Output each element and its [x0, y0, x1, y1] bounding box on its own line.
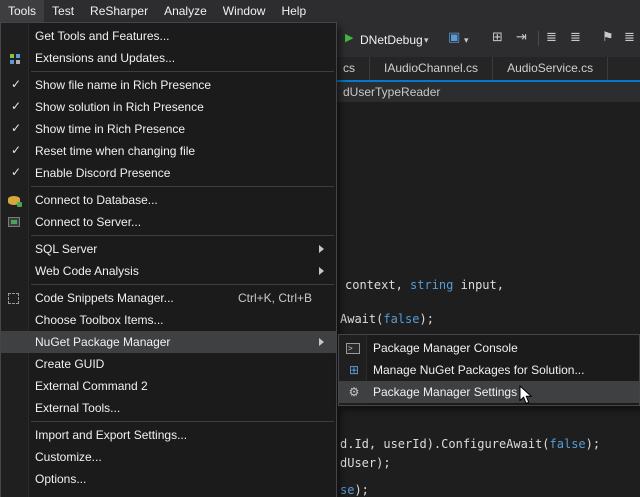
- nuget-package-icon: ⊞: [346, 363, 362, 377]
- menu-item-label: Manage NuGet Packages for Solution...: [373, 363, 584, 377]
- menu-separator: [31, 421, 334, 422]
- menu-item-label: External Tools...: [35, 401, 120, 415]
- menu-item-label: Reset time when changing file: [35, 144, 195, 158]
- menu-item-label: Code Snippets Manager...: [35, 291, 174, 305]
- menu-item-label: Show file name in Rich Presence: [35, 78, 211, 92]
- menubar-analyze[interactable]: Analyze: [156, 0, 215, 22]
- menu-item-label: Import and Export Settings...: [35, 428, 187, 442]
- menu-separator: [31, 235, 334, 236]
- menu-item-web-code-analysis[interactable]: Web Code Analysis: [1, 260, 336, 282]
- menubar-resharper[interactable]: ReSharper: [82, 0, 156, 22]
- menu-item-label: Show solution in Rich Presence: [35, 100, 204, 114]
- new-window-icon[interactable]: ⊞: [492, 31, 503, 45]
- navigate-tab-icon[interactable]: ⇥: [516, 31, 527, 45]
- checkmark-icon: ✓: [8, 99, 24, 113]
- breadcrumb[interactable]: dUserTypeReader: [343, 85, 440, 99]
- list-outline-icon[interactable]: ≣: [570, 31, 581, 45]
- start-debug-icon[interactable]: ▶: [345, 31, 353, 45]
- extensions-icon: [10, 54, 14, 58]
- profiler-caret-icon[interactable]: ▾: [464, 34, 469, 48]
- menu-item-show-file-name[interactable]: ✓ Show file name in Rich Presence: [1, 74, 336, 96]
- run-config-caret-icon[interactable]: ▾: [424, 34, 429, 48]
- tab-partial[interactable]: cs: [337, 57, 370, 80]
- gear-icon: ⚙: [346, 385, 362, 399]
- menu-item-extensions-and-updates[interactable]: Extensions and Updates...: [1, 47, 336, 69]
- menu-item-label: Connect to Database...: [35, 193, 158, 207]
- menu-item-label: Choose Toolbox Items...: [35, 313, 164, 327]
- app-window: ▶ DNetDebug ▾ ▣ ▾ ⊞ ⇥ ≣ ≣ ⚑ ≣ cs IAudioC…: [0, 0, 640, 497]
- menu-item-import-export-settings[interactable]: Import and Export Settings...: [1, 424, 336, 446]
- checkmark-icon: ✓: [8, 143, 24, 157]
- menu-item-label: External Command 2: [35, 379, 148, 393]
- mouse-cursor: [519, 385, 533, 405]
- menu-item-label: Options...: [35, 472, 86, 486]
- submenu-arrow-icon: [319, 338, 324, 346]
- menu-separator: [31, 71, 334, 72]
- task-list-icon[interactable]: ≣: [624, 31, 635, 45]
- profiler-icon[interactable]: ▣: [448, 31, 460, 45]
- menu-item-external-tools[interactable]: External Tools...: [1, 397, 336, 419]
- submenu-item-manage-nuget-packages-solution[interactable]: ⊞ Manage NuGet Packages for Solution...: [339, 359, 639, 381]
- menubar-window[interactable]: Window: [215, 0, 274, 22]
- code-line: Await(false);: [340, 312, 434, 326]
- menu-item-enable-discord-presence[interactable]: ✓ Enable Discord Presence: [1, 162, 336, 184]
- server-icon: [8, 217, 20, 227]
- code-line: context, string input,: [345, 278, 504, 292]
- menu-item-label: Package Manager Console: [373, 341, 518, 355]
- menu-separator: [31, 186, 334, 187]
- menu-item-external-command-2[interactable]: External Command 2: [1, 375, 336, 397]
- submenu-item-package-manager-settings[interactable]: ⚙ Package Manager Settings: [339, 381, 639, 403]
- menu-item-label: Connect to Server...: [35, 215, 141, 229]
- menu-item-label: Customize...: [35, 450, 102, 464]
- menu-item-show-time[interactable]: ✓ Show time in Rich Presence: [1, 118, 336, 140]
- tab-iaudiochannel[interactable]: IAudioChannel.cs: [370, 57, 493, 80]
- tab-audioservice[interactable]: AudioService.cs: [493, 57, 608, 80]
- menu-item-label: Show time in Rich Presence: [35, 122, 185, 136]
- menu-item-shortcut: Ctrl+K, Ctrl+B: [238, 291, 312, 305]
- menu-item-label: Web Code Analysis: [35, 264, 139, 278]
- menu-item-label: Get Tools and Features...: [35, 29, 170, 43]
- menu-item-nuget-package-manager[interactable]: NuGet Package Manager: [1, 331, 336, 353]
- menu-item-label: Package Manager Settings: [373, 385, 517, 399]
- menu-item-reset-time[interactable]: ✓ Reset time when changing file: [1, 140, 336, 162]
- menu-item-code-snippets-manager[interactable]: Code Snippets Manager... Ctrl+K, Ctrl+B: [1, 287, 336, 309]
- menubar-test[interactable]: Test: [44, 0, 82, 22]
- checkmark-icon: ✓: [8, 121, 24, 135]
- submenu-item-package-manager-console[interactable]: Package Manager Console: [339, 337, 639, 359]
- tools-menu: Get Tools and Features... Extensions and…: [0, 22, 337, 497]
- code-line: dUser);: [340, 456, 391, 470]
- menubar-help[interactable]: Help: [273, 0, 314, 22]
- menu-item-label: SQL Server: [35, 242, 97, 256]
- checkmark-icon: ✓: [8, 77, 24, 91]
- checkmark-icon: ✓: [8, 165, 24, 179]
- bookmark-icon[interactable]: ⚑: [602, 31, 614, 45]
- code-line: d.Id, userId).ConfigureAwait(false);: [340, 437, 600, 451]
- submenu-arrow-icon: [319, 245, 324, 253]
- nuget-submenu: Package Manager Console ⊞ Manage NuGet Pa…: [338, 334, 640, 406]
- database-icon: [8, 196, 20, 205]
- menu-item-get-tools-and-features[interactable]: Get Tools and Features...: [1, 25, 336, 47]
- menu-item-customize[interactable]: Customize...: [1, 446, 336, 468]
- menu-item-sql-server[interactable]: SQL Server: [1, 238, 336, 260]
- menu-bar: Tools Test ReSharper Analyze Window Help: [0, 0, 640, 22]
- menu-item-connect-to-server[interactable]: Connect to Server...: [1, 211, 336, 233]
- menu-item-connect-to-database[interactable]: Connect to Database...: [1, 189, 336, 211]
- toolbar-separator: [538, 31, 539, 46]
- list-members-icon[interactable]: ≣: [546, 31, 557, 45]
- menu-item-create-guid[interactable]: Create GUID: [1, 353, 336, 375]
- submenu-arrow-icon: [319, 267, 324, 275]
- menu-separator: [31, 284, 334, 285]
- snippets-icon: [8, 293, 19, 304]
- console-icon: [346, 343, 360, 354]
- menu-item-options[interactable]: Options...: [1, 468, 336, 490]
- run-config-label[interactable]: DNetDebug: [360, 33, 423, 47]
- menu-item-label: Enable Discord Presence: [35, 166, 170, 180]
- menu-item-label: Extensions and Updates...: [35, 51, 175, 65]
- menu-item-label: NuGet Package Manager: [35, 335, 170, 349]
- menubar-tools[interactable]: Tools: [0, 0, 44, 22]
- menu-item-choose-toolbox-items[interactable]: Choose Toolbox Items...: [1, 309, 336, 331]
- code-line: se);: [340, 483, 369, 497]
- menu-item-show-solution[interactable]: ✓ Show solution in Rich Presence: [1, 96, 336, 118]
- menu-item-label: Create GUID: [35, 357, 104, 371]
